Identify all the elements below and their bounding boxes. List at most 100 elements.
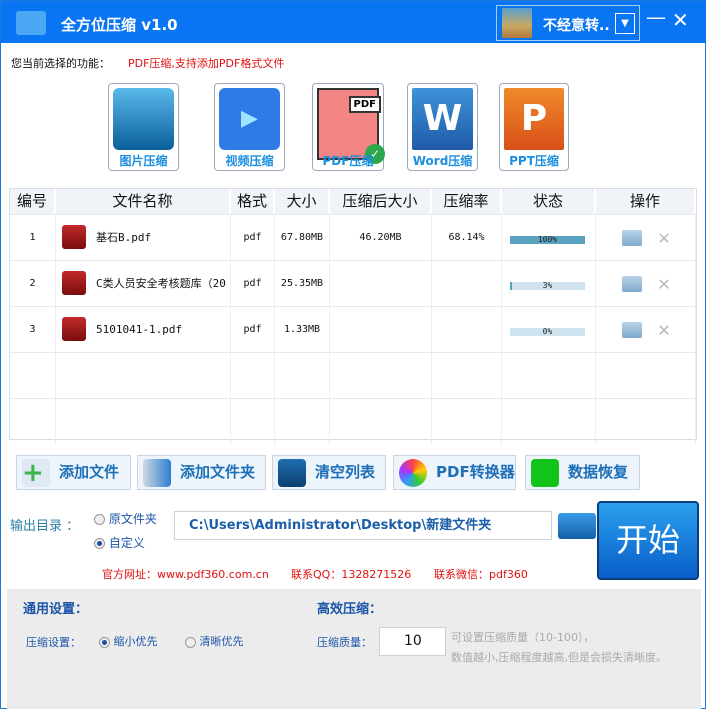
progress-bar: 3%: [510, 282, 585, 290]
recovery-icon: [531, 459, 559, 487]
cell-ratio: [432, 261, 502, 307]
settings-panel: 通用设置： 压缩设置： 缩小优先 清晰优先 高效压缩： 压缩质量： 10 可设置…: [7, 589, 701, 709]
cell-ratio: [432, 307, 502, 353]
cell: [275, 353, 330, 399]
radio-original-folder[interactable]: 原文件夹: [94, 510, 157, 527]
table-row[interactable]: 1 基石B.pdf pdf 67.80MB 46.20MB 68.14% 100% ✕: [10, 214, 696, 261]
quality-label: 压缩质量：: [317, 636, 372, 649]
cell: [330, 399, 432, 445]
mode-label: PDF压缩: [322, 154, 374, 168]
pdf-converter-label: PDF转换器: [436, 463, 515, 481]
output-label: 输出目录 ：: [10, 519, 80, 534]
app-logo-icon: [16, 11, 46, 35]
cell: [231, 353, 275, 399]
output-path-input[interactable]: C:\Users\Administrator\Desktop\新建文件夹: [174, 511, 552, 540]
efficient-title: 高效压缩：: [317, 602, 383, 617]
user-box[interactable]: 不经意转.. ▼: [496, 5, 640, 41]
delete-icon[interactable]: ✕: [658, 271, 670, 295]
col-header-size: 大小: [275, 189, 330, 214]
open-folder-icon[interactable]: [622, 230, 642, 246]
table-row[interactable]: 3 5101041-1.pdf pdf 1.33MB 0% ✕: [10, 306, 696, 353]
pdf-file-icon: [62, 271, 86, 295]
cell-status: 0%: [502, 307, 596, 353]
pdf-converter-icon: [399, 459, 427, 487]
pdf-file-icon: [62, 317, 86, 341]
open-folder-icon[interactable]: [622, 322, 642, 338]
function-value: PDF压缩,支持添加PDF格式文件: [128, 57, 285, 70]
mode-label: Word压缩: [412, 154, 473, 168]
cell: [56, 399, 231, 445]
cell: [10, 353, 56, 399]
cell-compressed: [330, 307, 432, 353]
add-folder-button[interactable]: 添加文件夹: [137, 455, 266, 490]
cell-ratio: 68.14%: [432, 215, 502, 261]
pdf-converter-button[interactable]: PDF转换器: [393, 455, 516, 490]
add-file-button[interactable]: + 添加文件: [16, 455, 131, 490]
col-header-ratio: 压缩率: [432, 189, 502, 214]
file-name: 5101041-1.pdf: [96, 323, 183, 336]
close-button[interactable]: ✕: [672, 8, 689, 32]
title-bar: 全方位压缩 v1.0 不经意转.. ▼ — ✕: [1, 1, 706, 43]
table-row[interactable]: [10, 352, 696, 399]
col-header-status: 状态: [502, 189, 596, 214]
col-header-format: 格式: [231, 189, 275, 214]
radio-clarity-first[interactable]: 清晰优先: [185, 633, 244, 649]
table-row[interactable]: [10, 398, 696, 445]
cell-size: 25.35MB: [275, 261, 330, 307]
col-header-compressed: 压缩后大小: [330, 189, 432, 214]
progress-label: 100%: [537, 235, 558, 244]
cell-actions: ✕: [596, 215, 696, 261]
radio-label: 自定义: [108, 536, 145, 550]
start-button[interactable]: 开始: [597, 501, 699, 580]
cell-compressed: 46.20MB: [330, 215, 432, 261]
cell: [596, 353, 696, 399]
delete-icon[interactable]: ✕: [658, 225, 670, 249]
radio-smaller-first[interactable]: 缩小优先: [99, 633, 158, 649]
cell-actions: ✕: [596, 261, 696, 307]
mode-pdf[interactable]: PDF ✓ PDF压缩: [312, 83, 385, 171]
delete-icon[interactable]: ✕: [658, 317, 670, 341]
cell-name: 5101041-1.pdf: [56, 307, 231, 353]
mode-video[interactable]: ▶ 视频压缩: [214, 83, 285, 171]
progress-bar: 100%: [510, 236, 585, 244]
file-name: 基石B.pdf: [96, 231, 152, 244]
cell-actions: ✕: [596, 307, 696, 353]
trash-icon: [278, 459, 306, 487]
cell-format: pdf: [231, 261, 275, 307]
qq-text: 联系QQ：1328271526: [291, 568, 412, 581]
mode-image[interactable]: 图片压缩: [108, 83, 179, 171]
radio-icon: [94, 538, 105, 549]
user-dropdown-button[interactable]: ▼: [615, 13, 635, 34]
mode-ppt[interactable]: P PPT压缩: [499, 83, 569, 171]
app-window: 全方位压缩 v1.0 不经意转.. ▼ — ✕ 您当前选择的功能： PDF压缩,…: [0, 0, 706, 709]
cell-name: C类人员安全考核题库（20: [56, 261, 231, 307]
cell-status: 100%: [502, 215, 596, 261]
radio-custom[interactable]: 自定义: [94, 534, 145, 551]
data-recovery-button[interactable]: 数据恢复: [525, 455, 640, 490]
quality-hint-2: 数值越小,压缩程度越高,但是会损失清晰度。: [451, 651, 667, 664]
add-file-label: 添加文件: [59, 463, 120, 481]
radio-label: 清晰优先: [199, 635, 244, 648]
open-folder-icon[interactable]: [622, 276, 642, 292]
video-icon: ▶: [219, 88, 280, 150]
cell: [330, 353, 432, 399]
cell-format: pdf: [231, 307, 275, 353]
minimize-button[interactable]: —: [646, 5, 666, 29]
quality-input[interactable]: 10: [379, 627, 446, 656]
browse-folder-icon[interactable]: [558, 513, 596, 539]
user-name: 不经意转..: [543, 18, 610, 34]
mode-word[interactable]: W Word压缩: [407, 83, 478, 171]
avatar: [502, 8, 532, 38]
col-header-name: 文件名称: [56, 189, 231, 214]
clear-list-button[interactable]: 清空列表: [272, 455, 386, 490]
cell: [596, 399, 696, 445]
cell-size: 67.80MB: [275, 215, 330, 261]
add-folder-icon: [143, 459, 171, 487]
cell-no: 3: [10, 307, 56, 353]
cell: [10, 399, 56, 445]
mode-label: 图片压缩: [119, 154, 168, 168]
mode-label: 视频压缩: [225, 154, 274, 168]
col-header-actions: 操作: [596, 189, 696, 214]
table-row[interactable]: 2 C类人员安全考核题库（20 pdf 25.35MB 3% ✕: [10, 260, 696, 307]
add-file-icon: +: [22, 459, 50, 487]
